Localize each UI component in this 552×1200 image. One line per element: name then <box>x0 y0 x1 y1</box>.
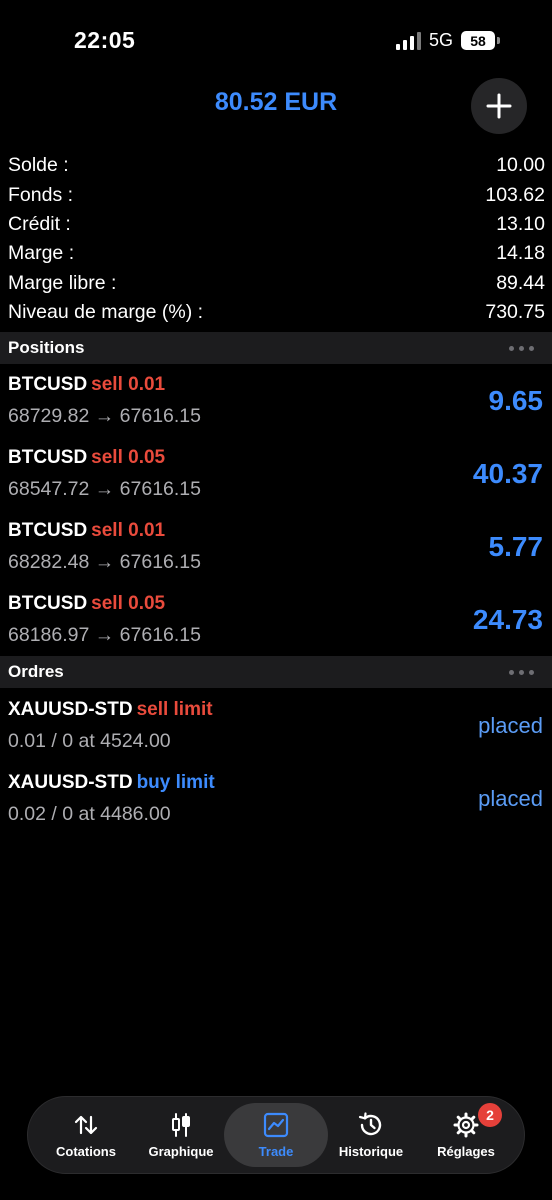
order-details: 0.01 / 0 at 4524.00 <box>8 730 171 752</box>
tab-label: Réglages <box>437 1144 495 1159</box>
account-label: Fonds : <box>8 183 74 206</box>
position-prices: 68186.97 → 67616.15 <box>8 624 202 646</box>
position-profit: 9.65 <box>488 385 544 416</box>
candlestick-icon <box>170 1111 192 1139</box>
account-value: 14.18 <box>496 242 545 265</box>
order-status: placed <box>478 786 543 811</box>
position-row[interactable]: BTCUSD sell 0.01 68729.82 → 67616.15 9.65 <box>0 364 552 437</box>
account-value: 89.44 <box>496 271 545 294</box>
cellular-signal-icon <box>395 31 421 50</box>
tab-trade[interactable]: Trade <box>224 1103 328 1167</box>
position-side: sell 0.01 <box>91 520 166 541</box>
orders-more-icon[interactable] <box>505 666 538 679</box>
status-bar: 22:05 5G 58 <box>0 0 552 80</box>
account-label: Crédit : <box>8 212 71 235</box>
order-row[interactable]: XAUUSD-STD sell limit 0.01 / 0 at 4524.00… <box>0 689 552 762</box>
account-row-solde: Solde : 10.00 <box>8 151 545 180</box>
notification-badge: 2 <box>478 1103 502 1127</box>
account-row-credit: Crédit : 13.10 <box>8 210 545 239</box>
order-status: placed <box>478 713 543 738</box>
tab-reglages[interactable]: Réglages 2 <box>414 1103 518 1167</box>
position-symbol: BTCUSD <box>8 593 88 614</box>
account-row-marge-libre: Marge libre : 89.44 <box>8 269 545 298</box>
battery-level: 58 <box>461 31 495 50</box>
tab-cotations[interactable]: Cotations <box>34 1103 138 1167</box>
tab-label: Cotations <box>56 1144 116 1159</box>
add-order-button[interactable] <box>471 78 527 134</box>
position-prices: 68547.72 → 67616.15 <box>8 478 202 500</box>
bottom-tab-bar: Cotations Graphique Trade Historique Rég… <box>27 1096 525 1174</box>
account-label: Niveau de marge (%) : <box>8 301 204 324</box>
network-type: 5G <box>428 30 453 50</box>
account-value: 103.62 <box>485 183 545 206</box>
account-row-marge: Marge : 14.18 <box>8 239 545 268</box>
order-symbol: XAUUSD-STD <box>8 772 133 793</box>
positions-section-header: Positions <box>0 332 552 364</box>
account-value: 13.10 <box>496 212 545 235</box>
account-row-niveau-marge: Niveau de marge (%) : 730.75 <box>8 298 545 327</box>
position-prices: 68282.48 → 67616.15 <box>8 551 202 573</box>
position-profit: 5.77 <box>488 531 544 562</box>
order-symbol: XAUUSD-STD <box>8 699 133 720</box>
tab-label: Trade <box>258 1144 294 1159</box>
battery-icon: 58 <box>461 31 500 50</box>
position-symbol: BTCUSD <box>8 447 88 468</box>
account-value: 10.00 <box>496 154 545 177</box>
tab-historique[interactable]: Historique <box>319 1103 423 1167</box>
gear-icon <box>453 1111 479 1139</box>
position-profit: 40.37 <box>472 458 543 489</box>
tab-label: Graphique <box>148 1144 214 1159</box>
position-prices: 68729.82 → 67616.15 <box>8 405 202 427</box>
position-row[interactable]: BTCUSD sell 0.05 68547.72 → 67616.15 40.3… <box>0 437 552 510</box>
position-profit: 24.73 <box>472 604 543 635</box>
order-details: 0.02 / 0 at 4486.00 <box>8 803 171 825</box>
positions-title: Positions <box>8 338 85 357</box>
orders-section-header: Ordres <box>0 656 552 688</box>
account-label: Marge libre : <box>8 271 117 294</box>
account-label: Marge : <box>8 242 75 265</box>
plus-icon <box>486 93 512 119</box>
status-time: 22:05 <box>74 27 136 53</box>
account-summary: Solde : 10.00 Fonds : 103.62 Crédit : 13… <box>8 151 545 327</box>
positions-more-icon[interactable] <box>505 342 538 355</box>
position-side: sell 0.05 <box>91 593 166 614</box>
tab-graphique[interactable]: Graphique <box>129 1103 233 1167</box>
order-row[interactable]: XAUUSD-STD buy limit 0.02 / 0 at 4486.00 … <box>0 762 552 835</box>
position-row[interactable]: BTCUSD sell 0.05 68186.97 → 67616.15 24.7… <box>0 583 552 656</box>
order-type: buy limit <box>136 772 215 793</box>
sort-arrows-icon <box>73 1111 99 1139</box>
position-symbol: BTCUSD <box>8 520 88 541</box>
order-type: sell limit <box>136 699 213 720</box>
tab-label: Historique <box>338 1144 404 1159</box>
status-indicators: 5G 58 <box>395 30 500 51</box>
position-row[interactable]: BTCUSD sell 0.01 68282.48 → 67616.15 5.77 <box>0 510 552 583</box>
account-label: Solde : <box>8 154 69 177</box>
orders-title: Ordres <box>8 662 64 681</box>
header-balance: 80.52 EUR <box>214 88 338 116</box>
trade-chart-icon <box>263 1111 289 1139</box>
position-side: sell 0.05 <box>91 447 166 468</box>
account-value: 730.75 <box>485 301 545 324</box>
position-side: sell 0.01 <box>91 374 166 395</box>
position-symbol: BTCUSD <box>8 374 88 395</box>
history-clock-icon <box>357 1111 385 1139</box>
account-row-fonds: Fonds : 103.62 <box>8 180 545 209</box>
